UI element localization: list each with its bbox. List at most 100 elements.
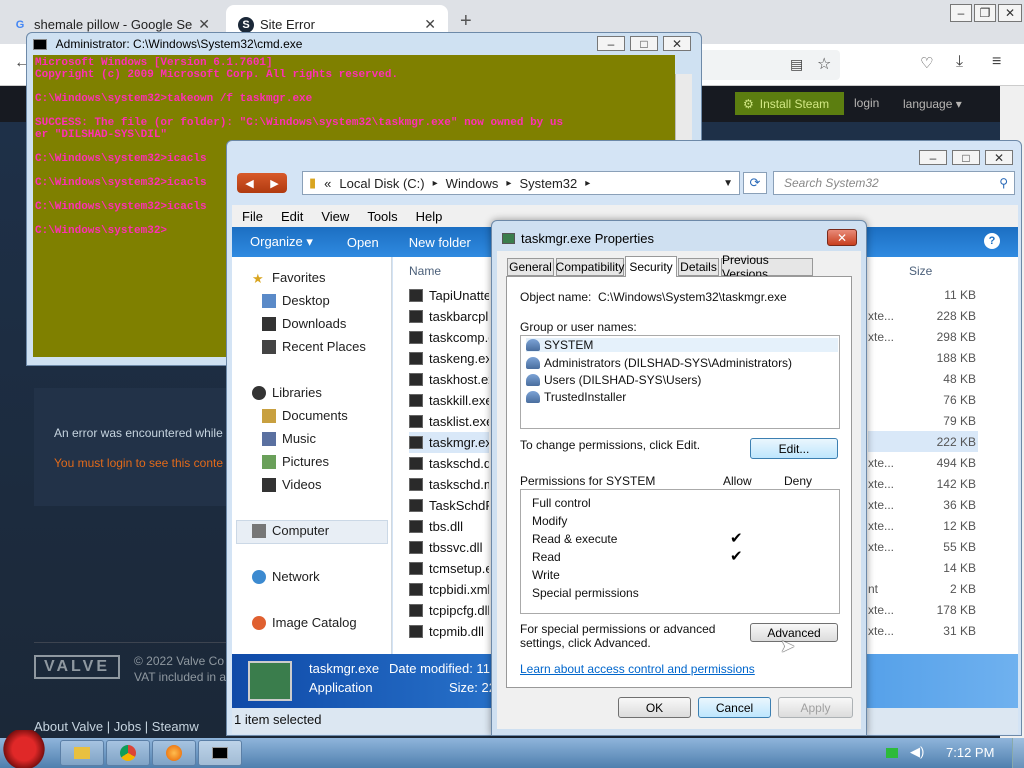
column-header-size[interactable]: Size — [909, 264, 932, 278]
reader-icon[interactable]: ▤ — [790, 56, 803, 73]
organize-button[interactable]: Organize ▾ — [232, 234, 313, 250]
tab-compatibility[interactable]: Compatibility — [556, 258, 624, 276]
file-row[interactable]: tbs.dll — [409, 516, 489, 537]
file-row[interactable]: tbssvc.dll — [409, 537, 489, 558]
tab-previous-versions[interactable]: Previous Versions — [721, 253, 813, 281]
breadcrumb-local-disk[interactable]: Local Disk (C:) — [339, 176, 424, 191]
new-tab-button[interactable]: + — [460, 10, 472, 33]
pocket-icon[interactable]: ♡ — [920, 54, 933, 72]
login-prompt-link[interactable]: You must login to see this conte — [54, 456, 234, 470]
footer-links[interactable]: About Valve | Jobs | Steamw — [34, 719, 234, 734]
breadcrumb-windows[interactable]: Windows — [446, 176, 499, 191]
file-row[interactable]: TaskSchdPS — [409, 495, 489, 516]
refresh-icon[interactable]: ⟳ — [743, 172, 767, 194]
firefox-taskbar-icon[interactable] — [152, 740, 196, 766]
nav-image-catalog[interactable]: Image Catalog — [252, 615, 357, 630]
login-link[interactable]: login — [854, 96, 879, 110]
chevron-right-icon[interactable]: ▸ — [585, 178, 590, 189]
explorer-address-bar[interactable]: ▮ « Local Disk (C:) ▸ Windows ▸ System32… — [302, 171, 740, 195]
user-item-users[interactable]: Users (DILSHAD-SYS\Users) — [526, 373, 701, 387]
back-icon[interactable]: ◀ — [245, 177, 253, 190]
minimize-button[interactable]: – — [950, 4, 972, 22]
chevron-right-icon[interactable]: ▸ — [506, 178, 511, 189]
close-icon[interactable]: ✕ — [198, 16, 210, 33]
file-row[interactable]: taskschd.msc — [409, 474, 489, 495]
tab-general[interactable]: General — [507, 258, 554, 276]
search-icon[interactable]: ⚲ — [999, 176, 1008, 190]
cancel-button[interactable]: Cancel — [698, 697, 771, 718]
edit-button[interactable]: Edit... — [750, 438, 838, 459]
back-forward-buttons[interactable]: ◀ ▶ — [237, 173, 287, 193]
close-icon[interactable]: ✕ — [424, 16, 436, 33]
nav-documents[interactable]: Documents — [262, 408, 348, 423]
menu-edit[interactable]: Edit — [281, 209, 303, 224]
restore-button[interactable]: ❐ — [974, 4, 996, 22]
cmd-taskbar-icon[interactable] — [198, 740, 242, 766]
show-desktop-button[interactable] — [1012, 738, 1024, 768]
menu-help[interactable]: Help — [416, 209, 443, 224]
nav-desktop[interactable]: Desktop — [262, 293, 330, 308]
clock[interactable]: 7:12 PM — [946, 745, 994, 760]
file-row[interactable]: tcpbidi.xml — [409, 579, 489, 600]
search-input[interactable]: Search System32 ⚲ — [773, 171, 1015, 195]
user-item-system[interactable]: SYSTEM — [526, 338, 838, 352]
tab-details[interactable]: Details — [678, 258, 719, 276]
new-folder-button[interactable]: New folder — [379, 235, 471, 250]
nav-network[interactable]: Network — [252, 569, 320, 584]
close-button[interactable]: ✕ — [998, 4, 1022, 22]
star-icon[interactable]: ☆ — [817, 54, 831, 74]
open-button[interactable]: Open — [313, 235, 379, 250]
file-row[interactable]: tasklist.exe — [409, 411, 489, 432]
breadcrumb-system32[interactable]: System32 — [519, 176, 577, 191]
help-icon[interactable]: ? — [984, 233, 1000, 249]
file-row[interactable]: taskeng.exe — [409, 348, 489, 369]
install-steam-button[interactable]: ⚙ Install Steam — [735, 92, 844, 115]
nav-videos[interactable]: Videos — [262, 477, 322, 492]
nav-music[interactable]: Music — [262, 431, 316, 446]
chevron-right-icon[interactable]: ▸ — [433, 178, 438, 189]
explorer-close-button[interactable]: ✕ — [985, 150, 1013, 165]
file-row[interactable]: taskcomp.dll — [409, 327, 489, 348]
user-item-trustedinstaller[interactable]: TrustedInstaller — [526, 390, 626, 404]
apply-button[interactable]: Apply — [778, 697, 853, 718]
menu-tools[interactable]: Tools — [367, 209, 397, 224]
cmd-minimize-button[interactable]: – — [597, 36, 625, 51]
file-row[interactable]: taskkill.exe — [409, 390, 489, 411]
network-tray-icon[interactable] — [886, 748, 898, 758]
file-row[interactable]: TapiUnattend — [409, 285, 489, 306]
ok-button[interactable]: OK — [618, 697, 691, 718]
file-row[interactable]: taskmgr.exe — [409, 432, 489, 453]
file-row[interactable]: taskhost.exe — [409, 369, 489, 390]
volume-tray-icon[interactable]: ◀) — [910, 744, 924, 760]
chevron-down-icon[interactable]: ▼ — [723, 178, 733, 189]
breadcrumb-overflow[interactable]: « — [324, 176, 331, 191]
file-row[interactable]: tcmsetup.exe — [409, 558, 489, 579]
explorer-taskbar-icon[interactable] — [60, 740, 104, 766]
column-header-name[interactable]: Name — [409, 264, 441, 278]
download-icon[interactable]: ⤓ — [956, 53, 963, 71]
forward-icon[interactable]: ▶ — [270, 177, 278, 190]
language-dropdown[interactable]: language ▾ — [903, 97, 962, 111]
learn-more-link[interactable]: Learn about access control and permissio… — [520, 662, 755, 676]
explorer-maximize-button[interactable]: □ — [952, 150, 980, 165]
user-item-administrators[interactable]: Administrators (DILSHAD-SYS\Administrato… — [526, 356, 792, 370]
menu-file[interactable]: File — [242, 209, 263, 224]
chrome-taskbar-icon[interactable] — [106, 740, 150, 766]
nav-computer[interactable]: Computer — [252, 523, 329, 538]
menu-icon[interactable]: ≡ — [992, 53, 1001, 71]
dialog-close-button[interactable]: ✕ — [827, 229, 857, 246]
explorer-minimize-button[interactable]: – — [919, 150, 947, 165]
start-button[interactable] — [2, 730, 46, 768]
cmd-maximize-button[interactable]: □ — [630, 36, 658, 51]
nav-pictures[interactable]: Pictures — [262, 454, 329, 469]
tab-security[interactable]: Security — [625, 256, 677, 277]
nav-libraries[interactable]: Libraries — [252, 385, 322, 400]
menu-view[interactable]: View — [321, 209, 349, 224]
cmd-close-button[interactable]: ✕ — [663, 36, 691, 51]
file-row[interactable]: taskschd.dll — [409, 453, 489, 474]
file-row[interactable]: taskbarcpl — [409, 306, 489, 327]
file-row[interactable]: tcpipcfg.dll — [409, 600, 489, 621]
nav-downloads[interactable]: Downloads — [262, 316, 346, 331]
nav-recent-places[interactable]: Recent Places — [262, 339, 366, 354]
file-row[interactable]: tcpmib.dll — [409, 621, 489, 642]
